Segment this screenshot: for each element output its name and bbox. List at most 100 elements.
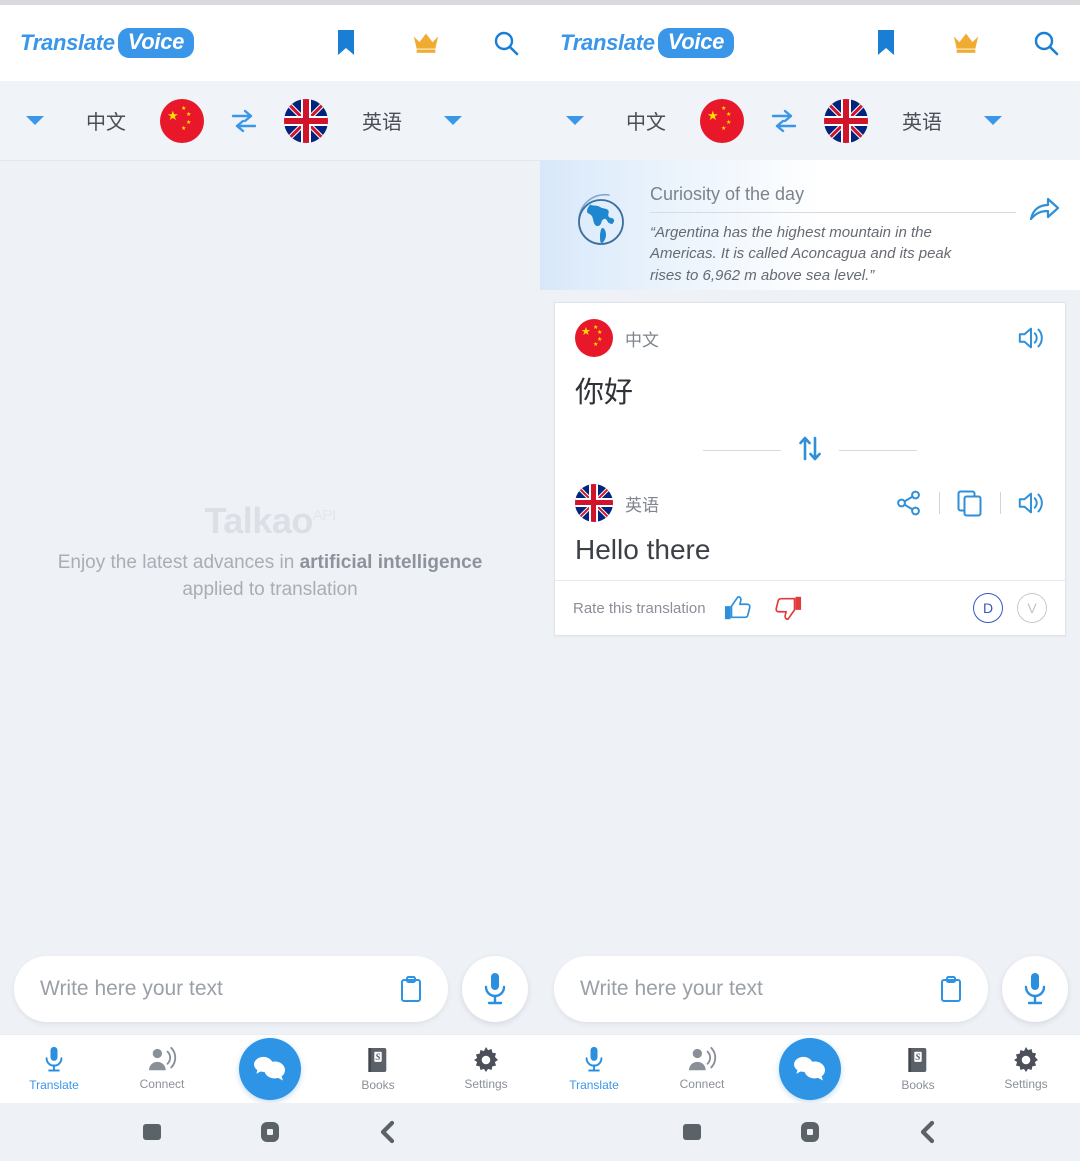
verbs-badge[interactable]: V (1017, 593, 1047, 623)
rate-translation-bar: Rate this translation D V (555, 580, 1065, 635)
nav-item-chat[interactable] (216, 1035, 324, 1104)
source-language-label[interactable]: 中文 (86, 106, 126, 135)
star-glyph: ★ (181, 125, 187, 132)
clipboard-icon[interactable] (394, 975, 428, 1003)
nav-label-translate: Translate (29, 1078, 79, 1092)
star-glyph: ★ (581, 326, 591, 338)
chat-bubbles-icon[interactable] (779, 1038, 841, 1100)
home-icon[interactable] (211, 1103, 329, 1161)
chat-bubbles-icon[interactable] (239, 1038, 301, 1100)
star-glyph: ★ (721, 125, 727, 132)
curiosity-text: “Argentina has the highest mountain in t… (650, 224, 952, 284)
star-glyph: ★ (167, 107, 179, 123)
curiosity-title: Curiosity of the day (650, 184, 1016, 213)
translation-source-section: ★ ★ ★ ★ ★ 中文 你好 (555, 303, 1065, 425)
search-icon[interactable] (1032, 28, 1060, 58)
back-chevron-icon[interactable] (869, 1103, 987, 1161)
swap-horizontal-icon[interactable] (770, 106, 798, 136)
app-logo: Translate Voice (560, 28, 735, 58)
nav-item-translate[interactable]: Translate (540, 1035, 648, 1104)
empty-state-watermark: TalkaoAPI Enjoy the latest advances in a… (0, 500, 540, 604)
nav-label-settings: Settings (464, 1077, 508, 1091)
action-divider (1000, 492, 1001, 514)
talkao-brand-text: Talkao (204, 500, 313, 541)
target-language-label[interactable]: 英语 (902, 106, 942, 135)
globe-icon (558, 176, 644, 252)
empty-subtitle-bold: artificial intelligence (299, 552, 483, 573)
home-icon[interactable] (751, 1103, 869, 1161)
copy-icon[interactable] (956, 488, 984, 518)
talkao-api-sup: API (312, 507, 336, 524)
microphone-button[interactable] (1002, 956, 1068, 1022)
thumbs-down-icon[interactable] (774, 593, 802, 623)
nav-label-books: Books (901, 1078, 935, 1092)
nav-label-translate: Translate (569, 1078, 619, 1092)
star-glyph: ★ (186, 119, 192, 126)
crown-icon[interactable] (412, 28, 440, 58)
flag-united-kingdom-target (575, 484, 613, 522)
rate-translation-label: Rate this translation (573, 599, 706, 617)
nav-item-settings[interactable]: Settings (972, 1035, 1080, 1104)
language-selector-bar-right: 中文 ★ ★ ★ ★ ★ 英语 (540, 81, 1080, 161)
empty-state-subtitle: Enjoy the latest advances in artificial … (0, 550, 540, 604)
star-glyph: ★ (726, 119, 732, 126)
clipboard-icon[interactable] (934, 975, 968, 1003)
chevron-down-icon-right[interactable] (984, 116, 1002, 125)
thumbs-up-icon[interactable] (724, 593, 752, 623)
flag-china-source[interactable]: ★ ★ ★ ★ ★ (700, 98, 744, 143)
swap-vertical-icon[interactable] (795, 433, 825, 468)
recents-square-icon[interactable] (633, 1103, 751, 1161)
chevron-down-icon-right[interactable] (444, 116, 462, 125)
system-navigation-left (0, 1103, 540, 1161)
text-input-field[interactable]: Write here your text (14, 956, 448, 1022)
bottom-navigation-right: Translate Connect S Books Settings (540, 1034, 1080, 1103)
source-text: 你好 (575, 377, 634, 409)
nav-item-settings[interactable]: Settings (432, 1035, 540, 1104)
share-icon[interactable] (895, 488, 923, 518)
nav-item-chat[interactable] (756, 1035, 864, 1104)
speaker-icon-source[interactable] (1017, 323, 1045, 353)
search-icon[interactable] (492, 28, 520, 58)
logo-translate-text: Translate (20, 30, 115, 55)
flag-united-kingdom-target[interactable] (284, 98, 328, 143)
nav-item-books[interactable]: S Books (864, 1035, 972, 1104)
bookmark-icon[interactable] (872, 28, 900, 58)
source-language-label[interactable]: 中文 (626, 106, 666, 135)
left-app-pane: Translate Voice 中文 ★ ★ ★ ★ ★ 英语 TalkaoAP… (0, 5, 540, 1161)
flag-china-source: ★ ★ ★ ★ ★ (575, 319, 613, 357)
back-chevron-icon[interactable] (329, 1103, 447, 1161)
curiosity-of-the-day-card[interactable]: Curiosity of the day “Argentina has the … (540, 160, 1080, 290)
nav-label-settings: Settings (1004, 1077, 1048, 1091)
dual-panel-container: Translate Voice 中文 ★ ★ ★ ★ ★ 英语 TalkaoAP… (0, 5, 1080, 1161)
speaker-icon-target[interactable] (1017, 488, 1045, 518)
target-language-row: 英语 (575, 484, 1045, 522)
input-bar-left: Write here your text (0, 944, 540, 1034)
translation-result-card: ★ ★ ★ ★ ★ 中文 你好 英语 Hello there Rate this… (554, 302, 1066, 636)
nav-item-books[interactable]: S Books (324, 1035, 432, 1104)
divider-line-left (703, 450, 781, 451)
chevron-down-icon-left[interactable] (566, 116, 584, 125)
flag-china-source[interactable]: ★ ★ ★ ★ ★ (160, 98, 204, 143)
language-selector-bar-left: 中文 ★ ★ ★ ★ ★ 英语 (0, 81, 540, 161)
nav-label-connect: Connect (679, 1077, 725, 1091)
text-input-field[interactable]: Write here your text (554, 956, 988, 1022)
flag-united-kingdom-target[interactable] (824, 98, 868, 143)
app-bar-right: Translate Voice (540, 5, 1080, 81)
svg-text:S: S (915, 1052, 920, 1062)
app-bar-left: Translate Voice (0, 5, 540, 81)
nav-item-connect[interactable]: Connect (108, 1035, 216, 1104)
target-language-label[interactable]: 英语 (362, 106, 402, 135)
nav-item-connect[interactable]: Connect (648, 1035, 756, 1104)
recents-square-icon[interactable] (93, 1103, 211, 1161)
chevron-down-icon-left[interactable] (26, 116, 44, 125)
share-arrow-icon[interactable] (1022, 176, 1066, 224)
bookmark-icon[interactable] (332, 28, 360, 58)
dictionary-badge[interactable]: D (973, 593, 1003, 623)
nav-label-connect: Connect (139, 1077, 185, 1091)
translation-target-section: 英语 Hello there (555, 468, 1065, 580)
nav-item-translate[interactable]: Translate (0, 1035, 108, 1104)
microphone-button[interactable] (462, 956, 528, 1022)
swap-horizontal-icon[interactable] (230, 106, 258, 136)
crown-icon[interactable] (952, 28, 980, 58)
app-logo: Translate Voice (20, 28, 195, 58)
